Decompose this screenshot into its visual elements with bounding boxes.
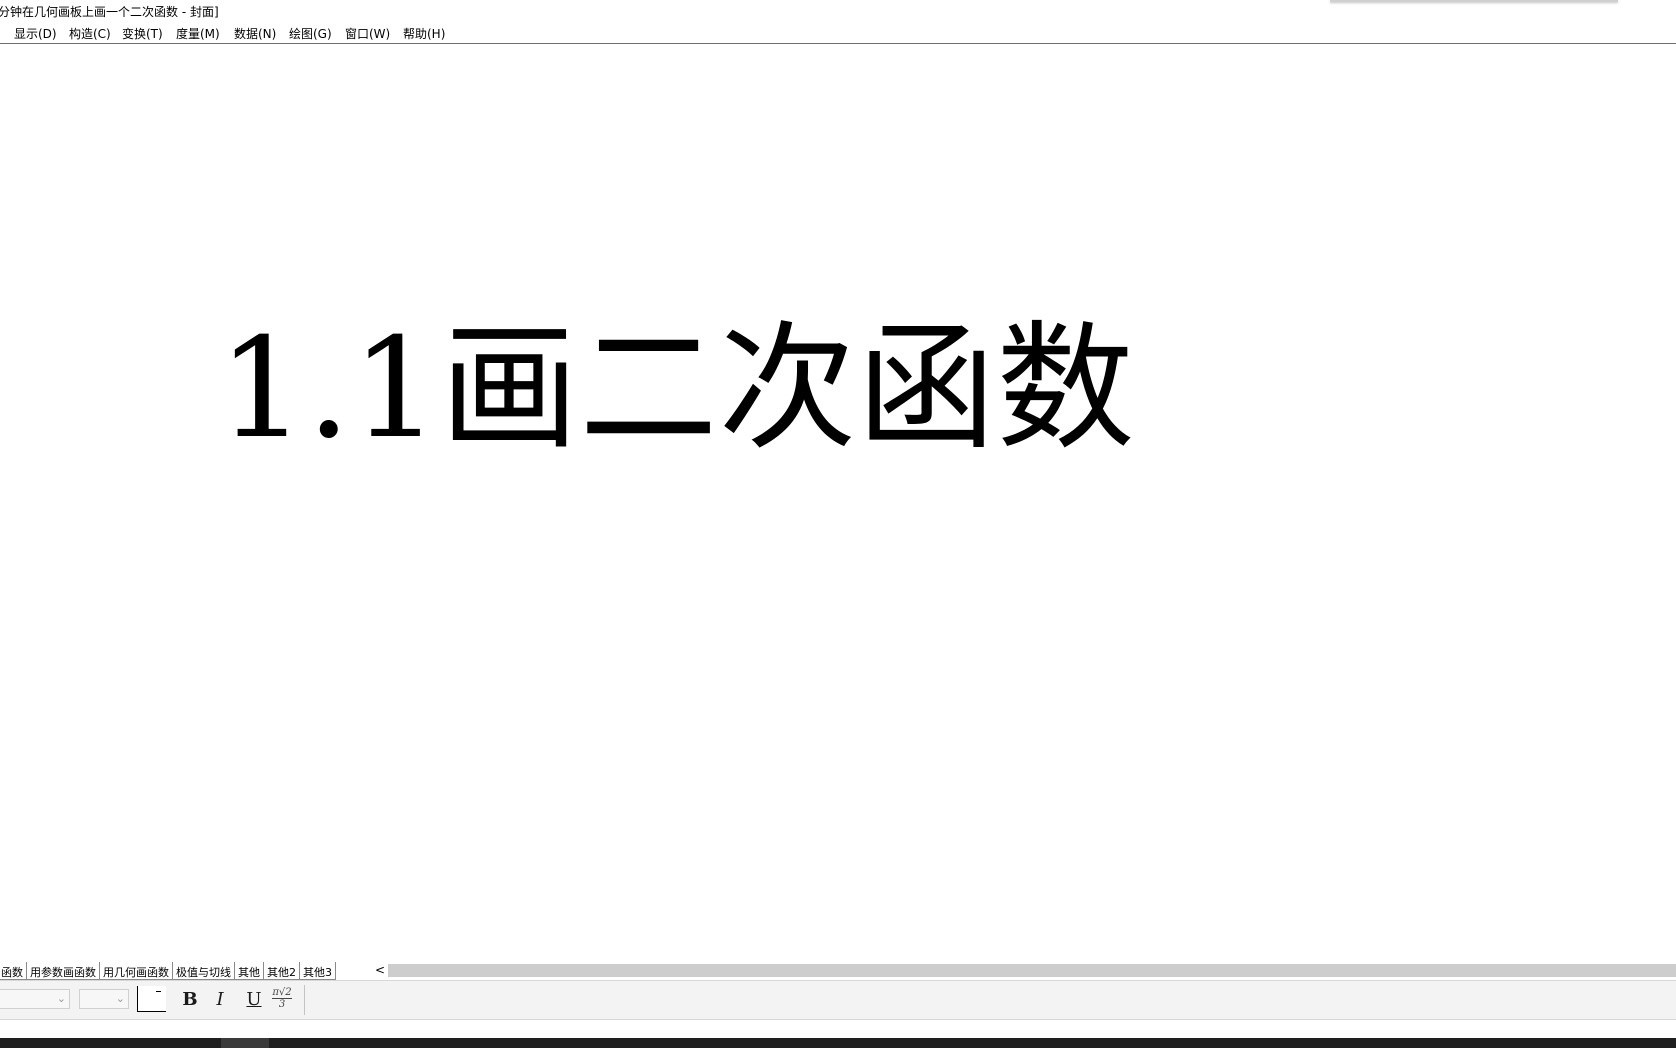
chevron-down-icon: ⌄ <box>56 992 66 1005</box>
cover-title-text[interactable]: 1.1画二次函数 <box>218 320 1135 458</box>
window-title: 分钟在几何画板上画一个二次函数 - 封面] <box>0 5 219 19</box>
page-tab-other-2[interactable]: 其他2 <box>264 962 300 980</box>
text-color-button[interactable] <box>137 986 166 1012</box>
math-format-button[interactable]: π√2 3 <box>269 987 295 1013</box>
geometer-sketchpad-window: 分钟在几何画板上画一个二次函数 - 封面] 显示(D) 构造(C) 变换(T) … <box>0 0 1676 1048</box>
menu-construct[interactable]: 构造(C) <box>69 25 111 42</box>
menu-graph[interactable]: 绘图(G) <box>289 25 332 42</box>
page-tab-other[interactable]: 其他 <box>235 962 264 980</box>
tab-scrollbar[interactable] <box>388 964 1676 977</box>
sketch-canvas[interactable]: 1.1画二次函数 <box>0 44 1676 962</box>
bold-button[interactable]: B <box>179 989 201 1011</box>
page-tab-bar: 函数 用参数画函数 用几何画函数 极值与切线 其他 其他2 其他3 < <box>0 962 1676 980</box>
floating-panel-edge <box>1330 0 1618 2</box>
page-tab-functions[interactable]: 函数 <box>0 962 27 980</box>
menu-display[interactable]: 显示(D) <box>14 25 57 42</box>
taskbar-active-item[interactable] <box>221 1038 269 1048</box>
page-tab-geometric[interactable]: 用几何画函数 <box>100 962 173 980</box>
chevron-down-icon: ⌄ <box>115 992 125 1005</box>
menu-window[interactable]: 窗口(W) <box>345 25 390 42</box>
os-taskbar <box>0 1038 1676 1048</box>
page-tab-other-3[interactable]: 其他3 <box>300 962 336 980</box>
color-swatch-icon <box>156 991 161 992</box>
tab-scroll-left-icon[interactable]: < <box>373 962 387 979</box>
page-tabs: 函数 用参数画函数 用几何画函数 极值与切线 其他 其他2 其他3 <box>0 962 336 980</box>
page-tab-parametric[interactable]: 用参数画函数 <box>27 962 100 980</box>
italic-button[interactable]: I <box>209 989 231 1011</box>
menu-help[interactable]: 帮助(H) <box>403 25 445 42</box>
math-format-numerator: π√2 <box>272 987 292 999</box>
math-format-denominator: 3 <box>278 999 286 1010</box>
text-format-toolbar: ⌄ ⌄ B I U π√2 3 <box>0 980 1676 1020</box>
font-family-select[interactable]: ⌄ <box>0 989 70 1009</box>
menu-transform[interactable]: 变换(T) <box>122 25 163 42</box>
toolbar-divider <box>304 985 305 1015</box>
title-bar: 分钟在几何画板上画一个二次函数 - 封面] <box>0 0 1676 22</box>
font-size-select[interactable]: ⌄ <box>79 989 129 1009</box>
menu-measure[interactable]: 度量(M) <box>176 25 220 42</box>
underline-button[interactable]: U <box>243 989 265 1011</box>
menu-data[interactable]: 数据(N) <box>234 25 276 42</box>
page-tab-extrema-tangent[interactable]: 极值与切线 <box>173 962 235 980</box>
menu-bar: 显示(D) 构造(C) 变换(T) 度量(M) 数据(N) 绘图(G) 窗口(W… <box>0 22 1676 44</box>
